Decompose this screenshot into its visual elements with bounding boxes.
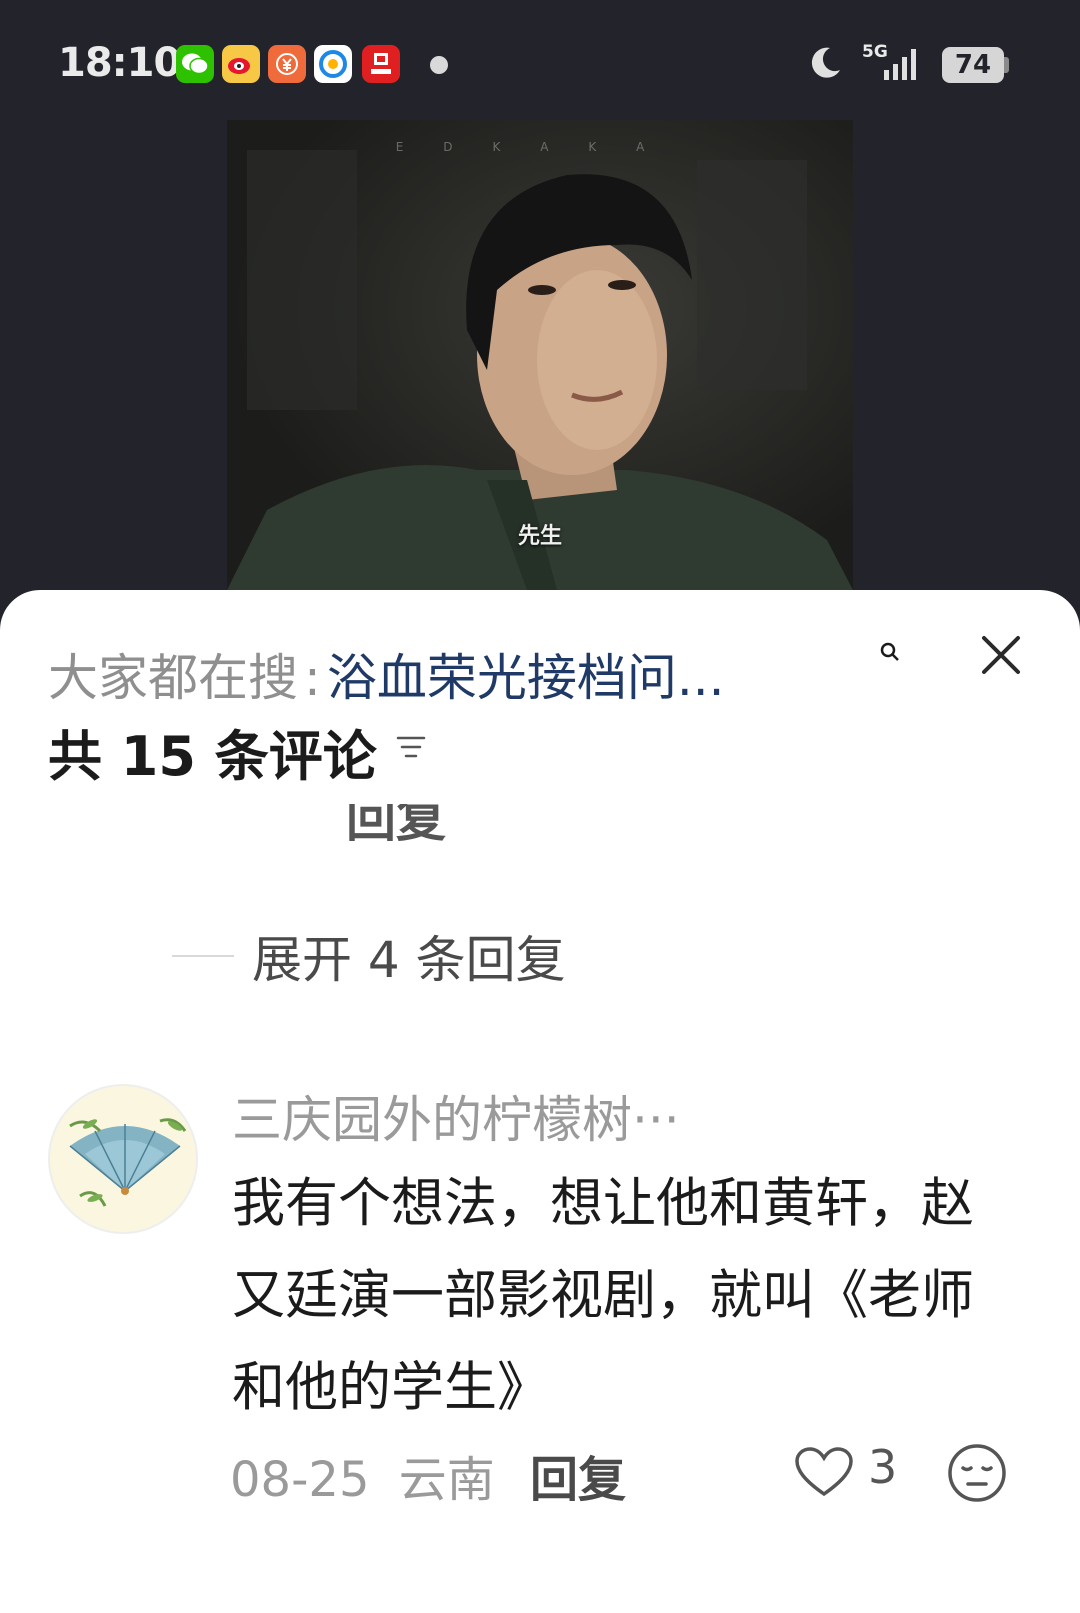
- expand-replies-label: 展开 4 条回复: [252, 931, 566, 989]
- like-count: 3: [868, 1440, 898, 1494]
- comment-text: 我有个想法，想让他和黄轩，赵又廷演一部影视剧，就叫《老师和他的学生》: [232, 1173, 974, 1418]
- weibo-icon: [222, 45, 260, 83]
- sort-filter-icon[interactable]: [396, 734, 426, 760]
- emoji-reaction-icon[interactable]: [946, 1442, 1008, 1504]
- comments-sheet: 大家都在搜 : 浴血荣光接档问... 共 15 条评论 回复 展开 4 条回复 …: [0, 590, 1080, 1613]
- search-icon[interactable]: [880, 642, 900, 662]
- trending-search-bar[interactable]: 大家都在搜 : 浴血荣光接档问...: [48, 638, 725, 710]
- moon-icon: [811, 47, 840, 78]
- trending-topic-link[interactable]: 浴血荣光接档问...: [327, 638, 725, 710]
- video-player[interactable]: EDKAKA 先生: [227, 120, 853, 590]
- avatar[interactable]: [48, 1084, 198, 1234]
- video-caption: 先生: [517, 524, 562, 549]
- trending-prefix: 大家都在搜: [48, 649, 298, 707]
- comment-location: 云南: [398, 1452, 495, 1508]
- wechat-icon: [176, 45, 214, 83]
- payment-icon: [268, 45, 306, 83]
- comment-count-title: 共 15 条评论: [48, 725, 377, 788]
- video-watermark: EDKAKA: [395, 140, 685, 154]
- comment-username[interactable]: 三庆园外的柠檬树···: [232, 1080, 680, 1152]
- heart-icon[interactable]: [794, 1446, 854, 1498]
- more-notifications-dot: [430, 56, 448, 74]
- expand-divider: [172, 955, 234, 957]
- partial-reply-label[interactable]: 回复: [346, 804, 446, 846]
- comment-date: 08-25: [230, 1452, 370, 1508]
- trending-colon: :: [304, 649, 321, 707]
- battery-tip: [1004, 57, 1009, 73]
- battery-indicator: 74: [942, 47, 1004, 83]
- close-icon[interactable]: [978, 632, 1024, 678]
- comment-meta: 08-25 云南: [230, 1440, 495, 1510]
- reply-button[interactable]: 回复: [530, 1440, 626, 1510]
- status-bar: 18:10 5G 74: [0, 0, 1080, 120]
- qq-browser-icon: [314, 45, 352, 83]
- fan-avatar-illustration: [69, 1118, 187, 1207]
- expand-replies-button[interactable]: 展开 4 条回复: [172, 920, 566, 992]
- securities-app-icon: [362, 45, 400, 83]
- status-time: 18:10: [58, 40, 181, 86]
- signal-icon: [884, 49, 916, 80]
